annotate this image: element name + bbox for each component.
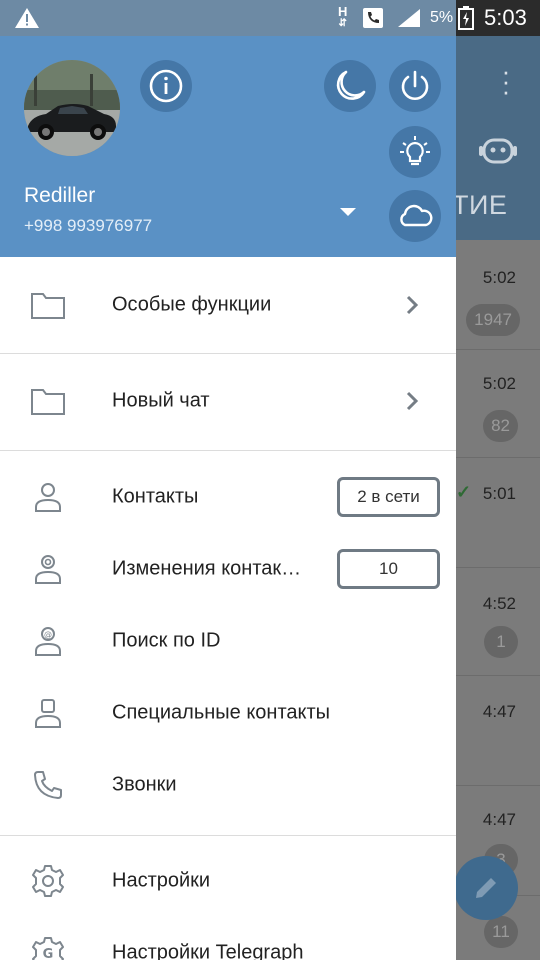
power-icon (401, 70, 429, 100)
menu-item-label: Настройки Telegraph (112, 941, 304, 960)
person-icon (28, 477, 68, 517)
gear-g-icon: G (28, 933, 68, 960)
chat-row[interactable]: 4:47 (456, 676, 540, 786)
menu-item-contact-changes[interactable]: Изменения контак… 10 (0, 533, 456, 605)
person-search-icon: @ (28, 621, 68, 661)
user-phone: +998 993976977 (24, 216, 153, 235)
compose-button[interactable] (454, 856, 518, 920)
chat-time: 4:47 (482, 702, 516, 721)
chat-time: 4:47 (482, 810, 516, 829)
phone-icon (28, 765, 68, 805)
menu-item-label: Поиск по ID (112, 629, 221, 652)
menu-item-telegraph-settings[interactable]: G Настройки Telegraph (0, 917, 456, 960)
chevron-right-icon (406, 295, 419, 315)
info-button[interactable] (140, 60, 192, 112)
chat-row[interactable]: ✓ 5:01 (456, 458, 540, 568)
chat-list-header: · · · ТИЕ (456, 36, 540, 240)
battery-icon (458, 0, 474, 36)
menu-item-search-by-id[interactable]: @ Поиск по ID (0, 605, 456, 677)
read-check-icon: ✓ (456, 482, 472, 502)
menu-item-special-functions[interactable]: Особые функции (0, 267, 456, 343)
svg-text:@: @ (44, 630, 52, 639)
unread-badge: 82 (483, 410, 518, 442)
battery-percent: 5% (430, 9, 454, 26)
robot-icon[interactable] (478, 134, 518, 168)
status-bar-drawer-part (0, 0, 456, 36)
unread-badge: 1 (484, 626, 518, 658)
user-name: Rediller (24, 184, 96, 207)
folder-icon (28, 381, 68, 421)
overflow-menu-icon[interactable]: · · · (498, 58, 514, 104)
menu-item-contacts[interactable]: Контакты 2 в сети (0, 461, 456, 533)
unread-badge: 1947 (466, 304, 520, 336)
account-dropdown-icon[interactable] (340, 208, 356, 216)
menu-item-new-chat[interactable]: Новый чат (0, 363, 456, 439)
phone-call-icon (362, 0, 384, 36)
signal-icon (396, 0, 422, 36)
cloud-button[interactable] (389, 190, 441, 242)
chat-time: 5:01 (482, 484, 516, 503)
network-type-icon: H ⇵ (338, 4, 348, 29)
divider (0, 450, 456, 451)
chat-row[interactable]: 5:02 82 (456, 350, 540, 458)
menu-item-label: Настройки (112, 869, 211, 892)
menu-item-label: Специальные контакты (112, 701, 331, 724)
chevron-right-icon (406, 391, 419, 411)
navigation-drawer: Rediller +998 993976977 Особые функции Н… (0, 36, 456, 960)
contact-changes-icon (28, 549, 68, 589)
chat-time: 5:02 (482, 374, 516, 393)
menu-item-calls[interactable]: Звонки (0, 749, 456, 821)
menu-item-label: Особые функции (112, 293, 272, 316)
menu-item-settings[interactable]: Настройки (0, 845, 456, 917)
changes-count-badge: 10 (337, 549, 440, 589)
gear-icon (28, 861, 68, 901)
chat-list-background: · · · ТИЕ 5:02 1947 5:02 82 ✓ 5:01 4:52 1 … (456, 36, 540, 960)
clock: 5:03 (484, 5, 527, 30)
menu-item-special-contacts[interactable]: Специальные контакты (0, 677, 456, 749)
menu-item-label: Изменения контак… (112, 557, 302, 580)
cloud-icon (400, 204, 433, 227)
person-badge-icon (28, 693, 68, 733)
folder-icon (28, 285, 68, 325)
status-bar: H ⇵ 5% 5:03 (0, 0, 540, 36)
divider (0, 835, 456, 836)
online-count-badge: 2 в сети (337, 477, 440, 517)
menu-item-label: Звонки (112, 773, 177, 796)
drawer-header: Rediller +998 993976977 (0, 36, 456, 257)
unread-badge: 11 (484, 916, 518, 948)
menu-item-label: Контакты (112, 485, 199, 508)
chat-time: 4:52 (482, 594, 516, 613)
moon-icon (336, 70, 366, 100)
avatar[interactable] (24, 60, 120, 156)
power-button[interactable] (389, 60, 441, 112)
pencil-icon (476, 878, 496, 898)
car-photo (24, 60, 120, 156)
svg-text:G: G (43, 947, 54, 960)
night-mode-button[interactable] (324, 60, 376, 112)
lightbulb-icon (400, 136, 430, 166)
tab-label-fragment: ТИЕ (456, 190, 508, 220)
chat-row[interactable]: 4:52 1 (456, 568, 540, 676)
chat-time: 5:02 (482, 268, 516, 287)
divider (0, 353, 456, 354)
menu-item-label: Новый чат (112, 389, 210, 412)
warning-icon (15, 8, 39, 28)
theme-button[interactable] (389, 126, 441, 178)
chat-row[interactable]: 5:02 1947 (456, 240, 540, 350)
info-icon (149, 69, 183, 103)
